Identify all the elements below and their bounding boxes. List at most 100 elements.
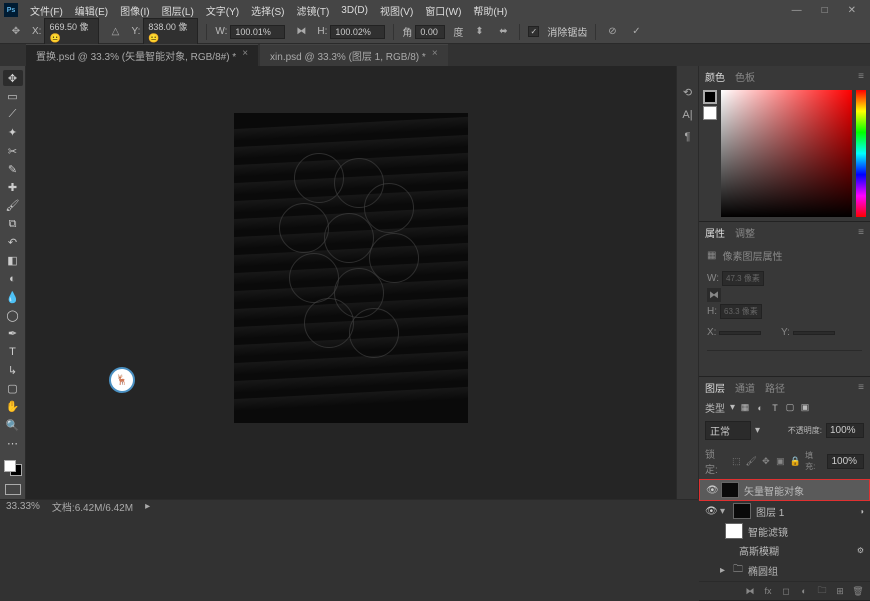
brush-tool[interactable]: 🖌 (3, 198, 23, 214)
hue-slider[interactable] (856, 90, 866, 217)
dodge-tool[interactable]: ◯ (3, 307, 23, 323)
adjustments-tab[interactable]: 调整 (735, 225, 755, 240)
menu-edit[interactable]: 编辑(E) (69, 3, 114, 18)
menu-select[interactable]: 选择(S) (245, 3, 290, 18)
commit-icon[interactable]: ✓ (628, 24, 644, 40)
gradient-tool[interactable]: ◐ (3, 271, 23, 287)
fg-color-swatch[interactable] (703, 90, 717, 104)
delete-layer-icon[interactable]: 🗑 (852, 585, 864, 597)
move-tool[interactable]: ✥ (3, 70, 23, 86)
doc-tab-1-close-icon[interactable]: × (242, 48, 248, 63)
doc-tab-1[interactable]: 置换.psd @ 33.3% (矢量智能对象, RGB/8#) *× (26, 44, 258, 66)
crop-tool[interactable]: ✂ (3, 143, 23, 159)
expand-icon[interactable]: ▾ (720, 506, 728, 517)
blend-mode[interactable]: 正常 (705, 421, 751, 440)
kind-filter[interactable]: 类型 (705, 400, 725, 415)
adjustment-layer-icon[interactable]: ◐ (798, 585, 810, 597)
channels-tab[interactable]: 通道 (735, 380, 755, 395)
menu-3d[interactable]: 3D(D) (335, 5, 374, 16)
skew-h-icon[interactable]: ⬍ (471, 24, 487, 40)
color-tab[interactable]: 颜色 (705, 69, 725, 84)
minimize-button[interactable]: — (792, 5, 802, 16)
lock-all-icon[interactable]: 🔒 (790, 456, 800, 466)
move-tool-icon[interactable]: ✥ (8, 24, 24, 40)
layer-row[interactable]: 智能滤镜 (699, 521, 870, 541)
expand-icon[interactable]: ▸ (720, 565, 728, 576)
panel-menu-icon[interactable]: ≡ (858, 382, 864, 393)
history-brush-tool[interactable]: ↶ (3, 234, 23, 250)
lock-transparent-icon[interactable]: ⬚ (732, 456, 742, 466)
opacity-input[interactable]: 100% (826, 423, 864, 438)
filter-adjust-icon[interactable]: ◐ (755, 403, 765, 413)
visibility-icon[interactable]: 👁 (705, 506, 715, 517)
antialias-check[interactable]: ✓ (528, 26, 539, 37)
w-input[interactable]: 100.01% (230, 25, 285, 39)
menu-file[interactable]: 文件(F) (24, 3, 69, 18)
bg-color-swatch[interactable] (703, 106, 717, 120)
fill-input[interactable]: 100% (827, 454, 864, 469)
new-layer-icon[interactable]: ⊞ (834, 585, 846, 597)
type-tool[interactable]: T (3, 344, 23, 360)
close-button[interactable]: ✕ (848, 5, 856, 16)
layer-row[interactable]: 高斯模糊 ⚙ (699, 541, 870, 560)
color-field[interactable] (721, 90, 852, 217)
properties-tab[interactable]: 属性 (705, 225, 725, 240)
paragraph-icon[interactable]: ¶ (685, 131, 691, 143)
layer-row[interactable]: ▸ 🗀 椭圆组 (699, 560, 870, 581)
blur-tool[interactable]: 💧 (3, 289, 23, 305)
menu-help[interactable]: 帮助(H) (467, 3, 513, 18)
magic-wand-tool[interactable]: ✦ (3, 125, 23, 141)
canvas-area[interactable]: 🦌 (26, 66, 676, 499)
prop-x-input[interactable] (719, 331, 761, 335)
y-input[interactable]: 838.00 像😐 (143, 18, 198, 46)
marquee-tool[interactable]: ▭ (3, 88, 23, 104)
paths-tab[interactable]: 路径 (765, 380, 785, 395)
healing-tool[interactable]: ✚ (3, 180, 23, 196)
lasso-tool[interactable]: ⟋ (3, 107, 23, 123)
skew-v-icon[interactable]: ⬌ (495, 24, 511, 40)
shape-tool[interactable]: ▢ (3, 381, 23, 397)
filter-type-icon[interactable]: T (770, 403, 780, 413)
zoom-tool[interactable]: 🔍 (3, 417, 23, 433)
doc-size[interactable]: 文档:6.42M/6.42M (52, 499, 133, 514)
lock-position-icon[interactable]: ✥ (761, 456, 771, 466)
maximize-button[interactable]: □ (822, 5, 828, 16)
hand-tool[interactable]: ✋ (3, 399, 23, 415)
panel-menu-icon[interactable]: ≡ (858, 71, 864, 82)
zoom-level[interactable]: 33.33% (6, 501, 40, 512)
layers-tab[interactable]: 图层 (705, 380, 725, 395)
delta-icon[interactable]: △ (107, 24, 123, 40)
eyedropper-tool[interactable]: ✎ (3, 161, 23, 177)
menu-image[interactable]: 图像(I) (114, 3, 155, 18)
h-input[interactable]: 100.02% (330, 25, 385, 39)
menu-type[interactable]: 文字(Y) (200, 3, 245, 18)
lock-artboard-icon[interactable]: ▣ (776, 456, 786, 466)
swatches-tab[interactable]: 色板 (735, 69, 755, 84)
filter-smart-icon[interactable]: ▣ (800, 403, 810, 413)
eraser-tool[interactable]: ◧ (3, 253, 23, 269)
visibility-icon[interactable]: 👁 (706, 485, 716, 496)
filter-shape-icon[interactable]: ▢ (785, 403, 795, 413)
layer-mask-icon[interactable]: ◻ (780, 585, 792, 597)
link-icon[interactable]: ⧓ (293, 24, 309, 40)
menu-view[interactable]: 视图(V) (374, 3, 419, 18)
new-group-icon[interactable]: 🗀 (816, 585, 828, 597)
character-icon[interactable]: A| (682, 109, 692, 121)
prop-y-input[interactable] (793, 331, 835, 335)
wh-link-icon[interactable]: ⧓ (707, 288, 721, 302)
layer-row[interactable]: 👁 矢量智能对象 (699, 479, 870, 501)
smart-filter-icon[interactable]: ◑ (859, 507, 864, 516)
menu-layer[interactable]: 图层(L) (156, 3, 200, 18)
x-input[interactable]: 669.50 像😐 (44, 18, 99, 46)
prop-h-input[interactable]: 63.3 像素 (720, 304, 762, 319)
edit-toolbar[interactable]: ⋯ (3, 435, 23, 451)
layer-fx-icon[interactable]: fx (762, 585, 774, 597)
filter-image-icon[interactable]: ▦ (740, 403, 750, 413)
doc-tab-2-close-icon[interactable]: × (432, 48, 438, 63)
menu-filter[interactable]: 滤镜(T) (291, 3, 336, 18)
pen-tool[interactable]: ✒ (3, 326, 23, 342)
color-swatches[interactable] (4, 460, 22, 476)
history-icon[interactable]: ⟲ (683, 86, 692, 99)
angle-input[interactable]: 0.00 (415, 25, 445, 39)
stamp-tool[interactable]: ⧉ (3, 216, 23, 232)
